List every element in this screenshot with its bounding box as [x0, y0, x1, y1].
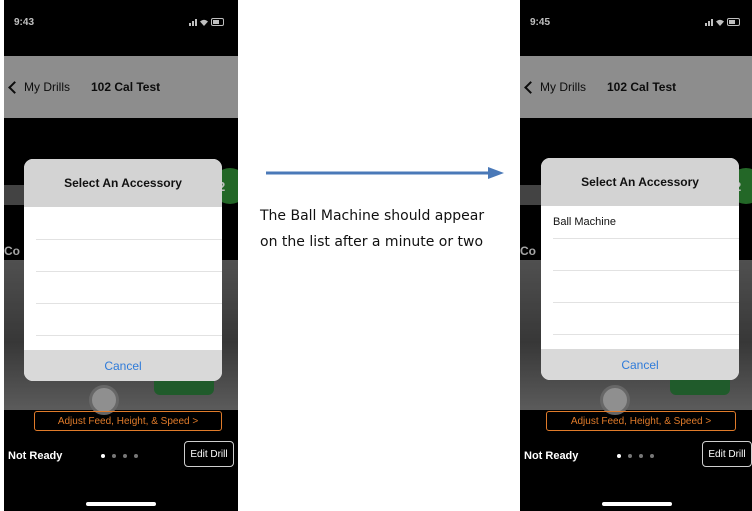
accessory-row[interactable] [36, 303, 222, 336]
dialog-title: Select An Accessory [541, 158, 739, 206]
page-indicator [617, 454, 654, 458]
accessory-dialog: Select An Accessory Ball Machine Cancel [541, 158, 739, 380]
edit-drill-button[interactable]: Edit Drill [702, 441, 752, 467]
accessory-row[interactable] [553, 302, 739, 335]
home-indicator [602, 502, 672, 506]
page-dot [617, 454, 621, 458]
page-dot [650, 454, 654, 458]
page-dot [639, 454, 643, 458]
page-dot [628, 454, 632, 458]
adjust-settings-button[interactable]: Adjust Feed, Height, & Speed > [546, 411, 736, 431]
drill-status: Not Ready [8, 450, 63, 462]
phone-screenshot-before: 9:43 My Drills 102 Cal Test 2 Co Select … [4, 0, 238, 511]
edit-drill-button[interactable]: Edit Drill [184, 441, 234, 467]
page-dot [101, 454, 105, 458]
adjust-settings-button[interactable]: Adjust Feed, Height, & Speed > [34, 411, 222, 431]
page-dot [134, 454, 138, 458]
annotation-text: The Ball Machine should appear on the li… [260, 208, 485, 250]
dialog-title: Select An Accessory [24, 159, 222, 207]
accessory-dialog: Select An Accessory Cancel [24, 159, 222, 381]
home-indicator [86, 502, 156, 506]
right-arrow-icon [266, 167, 504, 179]
accessory-row[interactable] [553, 270, 739, 303]
accessory-row[interactable] [36, 207, 222, 240]
accessory-row-ball-machine[interactable]: Ball Machine [553, 206, 739, 239]
accessory-row[interactable] [36, 239, 222, 272]
cancel-button[interactable]: Cancel [541, 349, 739, 380]
page-indicator [101, 454, 138, 458]
cancel-button[interactable]: Cancel [24, 350, 222, 381]
phone-screenshot-after: 9:45 My Drills 102 Cal Test 2 Co Select … [520, 0, 752, 511]
accessory-row[interactable] [36, 271, 222, 304]
accessory-row[interactable] [553, 238, 739, 271]
page-dot [112, 454, 116, 458]
drill-status: Not Ready [524, 450, 579, 462]
accessory-list [24, 207, 222, 350]
accessory-list: Ball Machine [541, 206, 739, 349]
page-dot [123, 454, 127, 458]
